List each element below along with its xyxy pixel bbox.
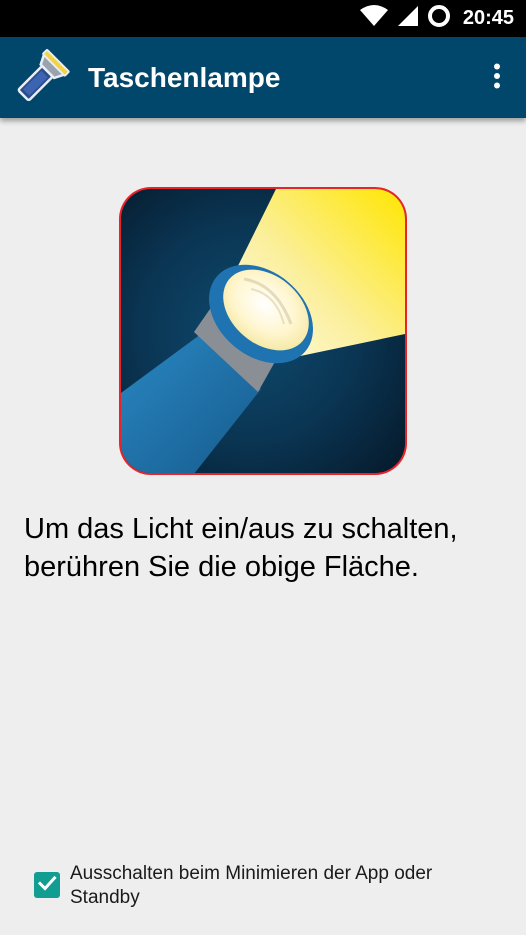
minimize-off-checkbox[interactable] [34, 872, 60, 898]
instruction-text: Um das Licht ein/aus zu schalten, berühr… [24, 513, 458, 583]
overflow-menu-button[interactable] [482, 59, 512, 97]
wifi-icon [359, 5, 389, 32]
overflow-menu-icon [493, 63, 501, 94]
status-bar: 20:45 [0, 0, 526, 37]
status-time: 20:45 [462, 7, 514, 29]
status-icons: 20:45 [359, 0, 514, 37]
sync-icon [427, 4, 451, 33]
screen: 20:45 Taschenlampe Um das Licht ein/aus … [0, 0, 526, 935]
cell-signal-icon [397, 5, 419, 32]
minimize-off-label: Ausschalten beim Minimieren der App oder… [70, 863, 433, 908]
app-bar: Taschenlampe [0, 37, 526, 118]
minimize-off-setting[interactable]: Ausschalten beim Minimieren der App oder… [34, 862, 504, 910]
flashlight-icon [7, 45, 73, 111]
flashlight-toggle-button[interactable] [116, 184, 410, 478]
checkmark-icon [37, 873, 57, 898]
app-title: Taschenlampe [88, 62, 281, 93]
flashlight-toggle-icon [116, 184, 410, 478]
